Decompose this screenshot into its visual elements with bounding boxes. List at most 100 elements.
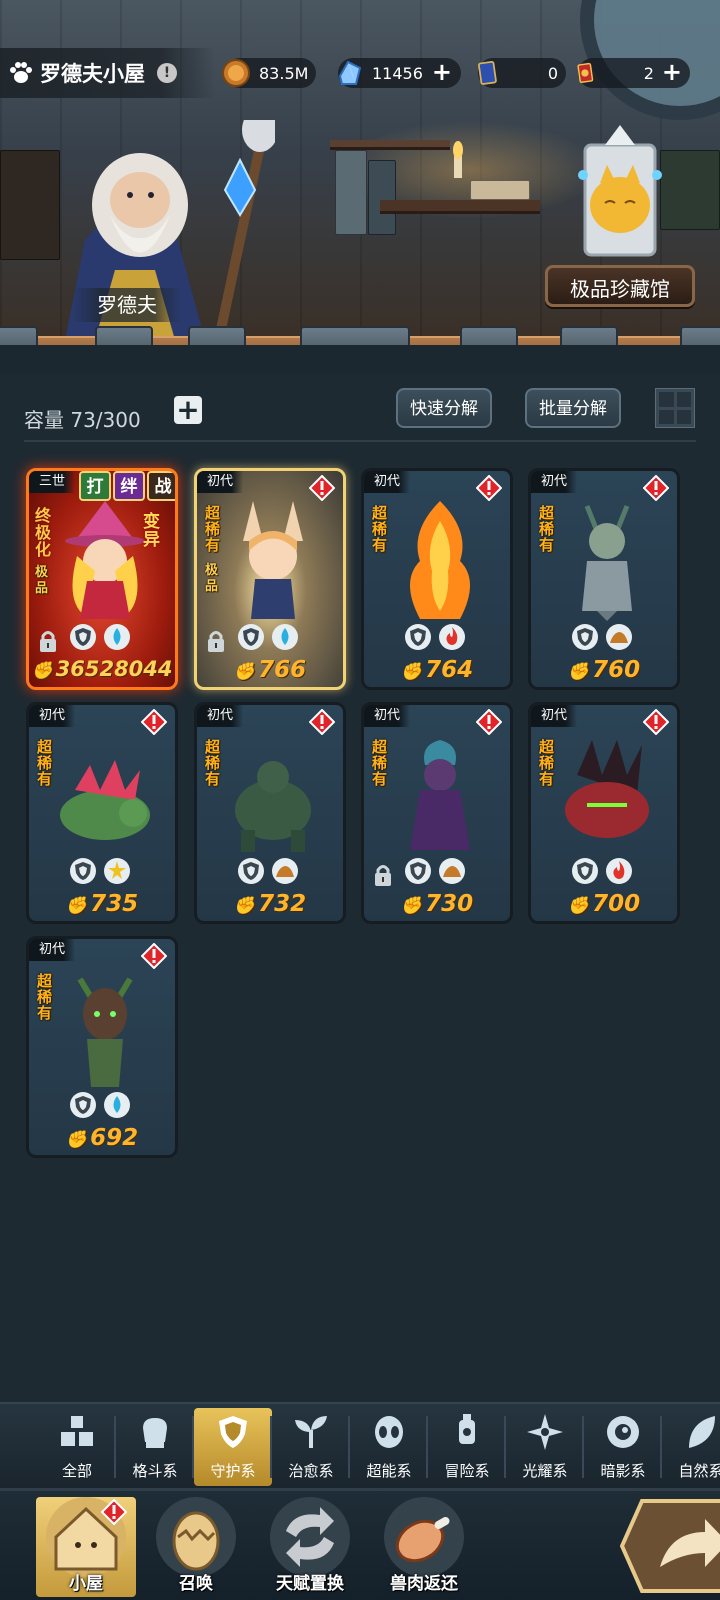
character-name-label: 罗德夫 — [72, 288, 182, 322]
category-label: 格斗系 — [132, 1462, 178, 1480]
add-gold-card-button[interactable]: + — [662, 60, 682, 84]
power-icon: ✊ — [400, 662, 423, 682]
rarity-label: 超稀有 — [539, 738, 555, 788]
pet-tags — [404, 857, 466, 885]
category-tab-eye[interactable]: 暗影系 — [584, 1408, 662, 1486]
golden-cat-trophy-icon[interactable] — [565, 125, 675, 265]
fist-icon — [143, 1418, 167, 1448]
gold-coin-value: 83.5M — [259, 63, 309, 83]
power-score: ✊ 692 — [29, 1125, 175, 1151]
power-score: ✊ 730 — [364, 891, 510, 917]
category-tab-all-blocks[interactable]: 全部 — [38, 1408, 116, 1486]
grid-view-toggle[interactable] — [655, 388, 695, 428]
bond-button[interactable]: 战 — [147, 471, 175, 501]
ultimate-rarity-label: 终极化 — [35, 506, 52, 559]
water-element-icon — [104, 624, 130, 650]
pet-card[interactable]: 初代 超稀有 ✊ 730 — [361, 702, 513, 924]
rarity-label: 超稀有 — [372, 738, 388, 788]
pet-portrait — [60, 760, 150, 840]
add-crystal-button[interactable]: + — [431, 60, 453, 84]
pet-tags — [404, 623, 466, 651]
power-icon: ✊ — [31, 661, 53, 681]
alert-icon — [101, 1499, 127, 1525]
pet-card[interactable]: 初代 超稀有 ✊ 760 — [528, 468, 680, 690]
power-icon: ✊ — [567, 662, 590, 682]
earth-element-icon — [272, 858, 298, 884]
pet-portrait — [243, 501, 303, 619]
category-label: 光耀系 — [522, 1462, 568, 1480]
nav-label: 小屋 — [69, 1574, 103, 1594]
guardian-type-icon — [70, 1092, 96, 1118]
cabin-title[interactable]: 罗德夫小屋 ! — [0, 48, 215, 98]
rarity-label: 超稀有 — [372, 504, 388, 554]
guardian-type-icon — [238, 858, 264, 884]
guardian-type-icon — [70, 858, 96, 884]
generation-tag: 初代 — [531, 705, 578, 727]
nav-icon-circle — [270, 1497, 350, 1577]
bond-button[interactable]: 绊 — [113, 471, 145, 501]
category-tab-sprout[interactable]: 治愈系 — [272, 1408, 350, 1486]
forward-arrow-button[interactable] — [620, 1497, 720, 1595]
power-icon: ✊ — [567, 896, 590, 916]
gold-coin-counter: 83.5M — [222, 58, 317, 88]
category-tab-shield[interactable]: 守护系 — [194, 1408, 272, 1486]
power-value: 730 — [425, 891, 474, 917]
category-tab-fist[interactable]: 格斗系 — [116, 1408, 194, 1486]
nav-house[interactable]: 小屋 — [36, 1497, 136, 1597]
mutation-label: 变异 — [143, 512, 160, 550]
pet-card[interactable]: 三世 终极化 极品 变异 打绊战 ✊ 36528044 — [26, 468, 178, 690]
generation-tag: 初代 — [531, 471, 578, 493]
guardian-type-icon — [70, 624, 96, 650]
alert-icon — [476, 475, 502, 501]
generation-tag: 三世 — [29, 471, 76, 493]
tab-separator — [270, 1416, 272, 1478]
blue-card-counter: 0 — [478, 58, 566, 88]
pet-card[interactable]: 初代 超稀有 极品 ✊ 766 — [194, 468, 346, 690]
gold-coin-icon — [222, 59, 250, 87]
nav-label: 兽肉返还 — [390, 1574, 458, 1594]
pet-card[interactable]: 初代 超稀有 ✊ 732 — [194, 702, 346, 924]
power-icon: ✊ — [65, 1130, 88, 1150]
generation-tag: 初代 — [364, 471, 411, 493]
quick-decompose-button[interactable]: 快速分解 — [396, 388, 492, 428]
nav-label: 天赋置换 — [276, 1574, 344, 1594]
pet-card[interactable]: 初代 超稀有 ✊ 735 — [26, 702, 178, 924]
pet-portrait — [582, 505, 632, 621]
lock-icon — [208, 631, 224, 652]
nav-swap-arrows[interactable]: 天赋置换 — [260, 1497, 360, 1597]
paw-icon — [10, 62, 32, 83]
category-tab-leaf[interactable]: 自然系 — [662, 1408, 720, 1486]
expand-capacity-button[interactable]: + — [174, 396, 202, 424]
power-icon: ✊ — [233, 896, 256, 916]
power-score: ✊ 764 — [364, 657, 510, 683]
tab-separator — [504, 1416, 506, 1478]
category-label: 守护系 — [210, 1462, 256, 1480]
pet-card[interactable]: 初代 超稀有 ✊ 692 — [26, 936, 178, 1158]
swap-arrows-icon — [286, 1507, 334, 1567]
pet-tags — [237, 857, 299, 885]
pet-card[interactable]: 初代超稀有 ✊ 764 — [361, 468, 513, 690]
power-value: 732 — [258, 891, 307, 917]
guardian-type-icon — [572, 858, 598, 884]
bond-button[interactable]: 打 — [79, 471, 111, 501]
earth-element-icon — [606, 624, 632, 650]
batch-decompose-button[interactable]: 批量分解 — [525, 388, 621, 428]
nav-meat[interactable]: 兽肉返还 — [374, 1497, 474, 1597]
premium-museum-button[interactable]: 极品珍藏馆 — [545, 265, 695, 307]
eye-icon — [607, 1416, 639, 1448]
category-tab-alien[interactable]: 超能系 — [350, 1408, 428, 1486]
power-value: 760 — [592, 657, 641, 683]
pet-card[interactable]: 初代 超稀有 ✊ 700 — [528, 702, 680, 924]
pet-portrait — [410, 501, 470, 619]
alert-icon — [643, 475, 669, 501]
guardian-type-icon — [405, 624, 431, 650]
generation-tag: 初代 — [197, 471, 244, 493]
water-element-icon — [104, 1092, 130, 1118]
category-tab-lantern[interactable]: 冒险系 — [428, 1408, 506, 1486]
power-value: 692 — [90, 1125, 139, 1151]
leaf-icon — [689, 1416, 715, 1448]
category-tab-compass-star[interactable]: 光耀系 — [506, 1408, 584, 1486]
capacity-value: 73/300 — [70, 408, 141, 432]
info-icon[interactable]: ! — [157, 63, 177, 83]
nav-egg[interactable]: 召唤 — [146, 1497, 246, 1597]
